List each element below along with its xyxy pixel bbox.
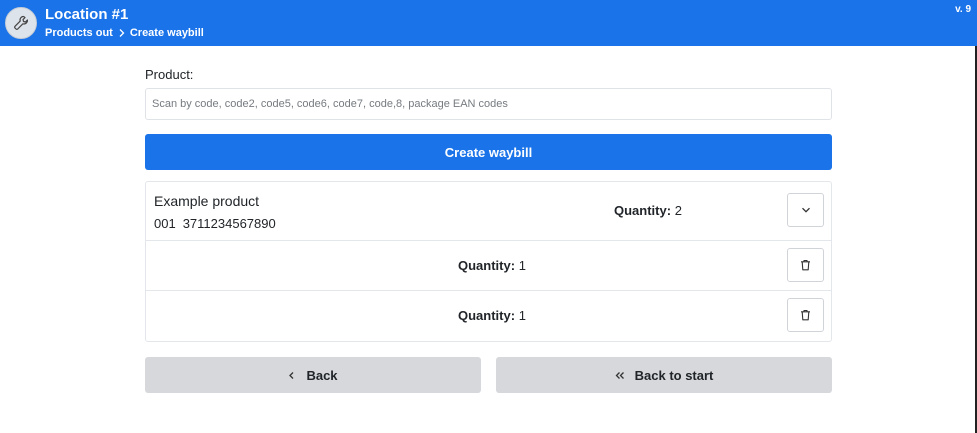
- chevron-right-icon: [119, 29, 125, 37]
- double-chevron-left-icon: [615, 371, 624, 379]
- quantity-value: 2: [674, 203, 682, 218]
- product-label: Product:: [145, 67, 194, 82]
- quantity-label: Quantity:: [458, 308, 516, 323]
- back-to-start-button[interactable]: Back to start: [496, 357, 832, 393]
- quantity-label: Quantity:: [458, 258, 516, 273]
- delete-button[interactable]: [787, 298, 824, 332]
- quantity-value: 1: [518, 258, 526, 273]
- trash-icon: [801, 309, 810, 321]
- sub-quantity: Quantity: 1: [458, 258, 526, 274]
- quantity-label: Quantity:: [614, 203, 672, 218]
- back-button-label: Back: [306, 367, 338, 383]
- breadcrumb-item-create-waybill: Create waybill: [129, 27, 204, 39]
- sub-quantity: Quantity: 1: [458, 308, 526, 324]
- back-button[interactable]: Back: [145, 357, 481, 393]
- quantity-value: 1: [518, 308, 526, 323]
- product-code: 001: [154, 216, 176, 231]
- back-to-start-button-label: Back to start: [634, 367, 714, 383]
- product-ean: 3711234567890: [182, 216, 276, 231]
- breadcrumb-item-products-out[interactable]: Products out: [45, 26, 113, 40]
- page-title: Location #1: [45, 6, 129, 23]
- product-codes: 001 3711234567890: [154, 216, 276, 232]
- breadcrumb: Products out Create waybill: [45, 26, 204, 40]
- version-label: v. 9: [955, 4, 971, 15]
- chevron-left-icon: [289, 371, 294, 379]
- quantity-total: Quantity: 2: [614, 203, 682, 219]
- expand-button[interactable]: [787, 193, 824, 227]
- main-content: Product: Create waybill Example product …: [145, 64, 832, 393]
- top-bar: Location #1 Products out Create waybill …: [0, 0, 977, 46]
- list-item: Example product 001 3711234567890 Quanti…: [146, 182, 831, 241]
- product-list: Example product 001 3711234567890 Quanti…: [145, 181, 832, 342]
- product-name: Example product: [154, 193, 260, 209]
- sub-row: Quantity: 1: [146, 291, 831, 341]
- trash-icon: [801, 259, 810, 271]
- create-waybill-button[interactable]: Create waybill: [145, 134, 832, 170]
- delete-button[interactable]: [787, 248, 824, 282]
- chevron-down-icon: [801, 207, 810, 213]
- wrench-icon[interactable]: [5, 7, 37, 39]
- sub-row: Quantity: 1: [146, 241, 831, 291]
- footer-buttons: Back Back to start: [145, 357, 832, 393]
- product-search-input[interactable]: [145, 88, 832, 120]
